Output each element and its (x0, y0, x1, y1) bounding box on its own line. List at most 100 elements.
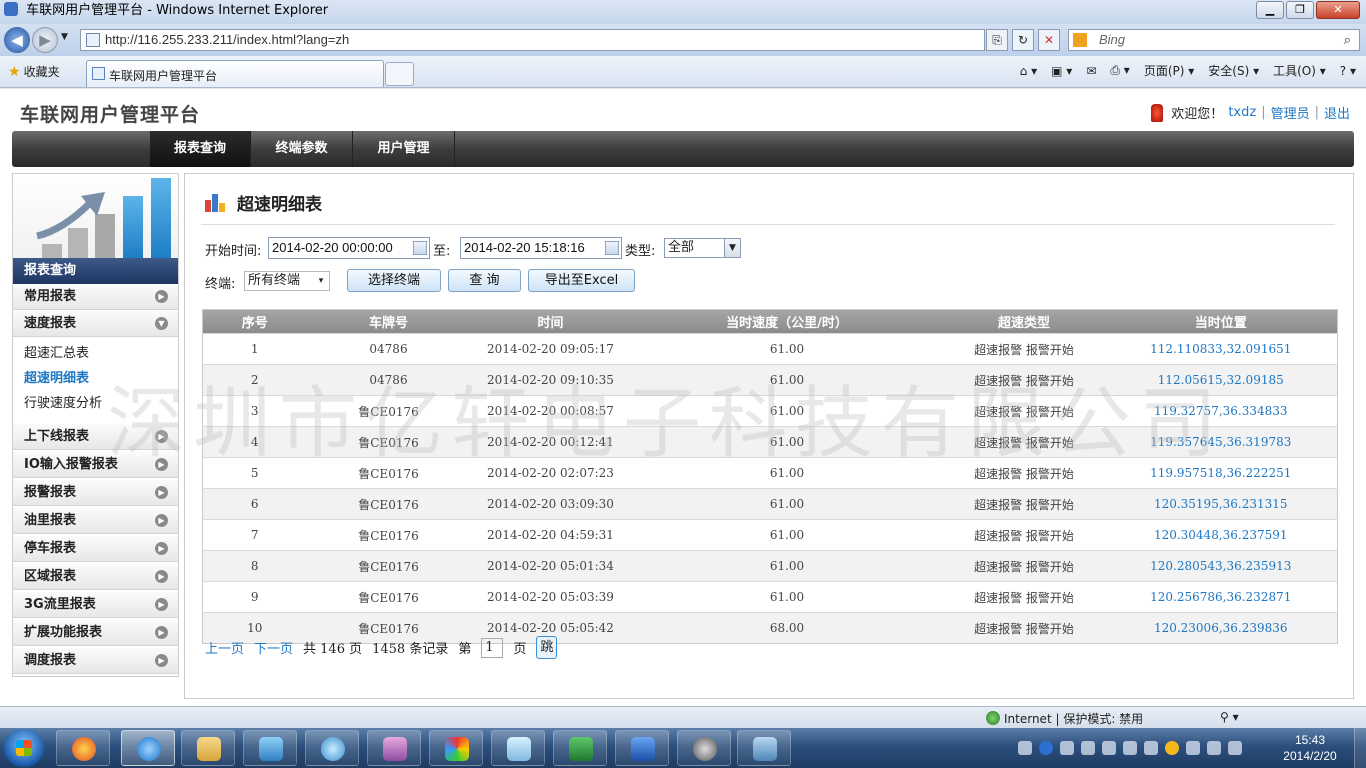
print-icon[interactable]: ⎙ ▾ (1110, 63, 1129, 78)
keyboard-icon[interactable] (1018, 741, 1032, 755)
location-link[interactable]: 120.23006,36.239836 (1105, 613, 1338, 644)
tray-icon[interactable] (1144, 741, 1158, 755)
stop-icon[interactable]: ✕ (1038, 29, 1060, 51)
column-header[interactable]: 车牌号 (307, 310, 471, 334)
search-icon[interactable]: ⌕ (1344, 30, 1351, 50)
username-link[interactable]: txdz (1228, 105, 1256, 120)
sidebar-sub-speed-analysis[interactable]: 行驶速度分析 (13, 392, 178, 416)
sidebar-item-extension[interactable]: 扩展功能报表 ▶ (13, 620, 178, 646)
taskbar-app-explorer[interactable] (181, 730, 235, 766)
next-page-link[interactable]: 下一页 (254, 638, 293, 657)
show-desktop-button[interactable] (1354, 728, 1366, 768)
sidebar-item-area[interactable]: 区域报表 ▶ (13, 564, 178, 590)
forward-button[interactable]: ▶ (32, 27, 58, 53)
column-header[interactable]: 当时速度（公里/时） (631, 310, 944, 334)
select-terminal-button[interactable]: 选择终端 (347, 269, 441, 292)
new-tab-button[interactable] (385, 62, 414, 86)
table-row[interactable]: 8 鲁CE0176 2014-02-20 05:01:34 61.00 超速报警 报警开… (202, 550, 1338, 582)
table-row[interactable]: 9 鲁CE0176 2014-02-20 05:03:39 61.00 超速报警 报警开… (202, 581, 1338, 613)
table-row[interactable]: 2 04786 2014-02-20 09:10:35 61.00 超速报警 报警开始 1… (202, 364, 1338, 396)
type-select[interactable]: 全部 ▼ (664, 238, 741, 258)
table-row[interactable]: 5 鲁CE0176 2014-02-20 02:07:23 61.00 超速报警 报警开… (202, 457, 1338, 489)
taskbar-app-ie[interactable] (121, 730, 175, 766)
start-button[interactable] (4, 729, 44, 767)
column-header[interactable]: 当时位置 (1105, 310, 1338, 334)
table-row[interactable]: 6 鲁CE0176 2014-02-20 03:09:30 61.00 超速报警 报警开… (202, 488, 1338, 520)
location-link[interactable]: 120.256786,36.232871 (1105, 582, 1338, 613)
nav-user-mgmt[interactable]: 用户管理 (353, 131, 455, 167)
location-link[interactable]: 112.05615,32.09185 (1105, 365, 1338, 396)
help-icon[interactable] (1039, 741, 1053, 755)
sidebar-item-common[interactable]: 常用报表 ▶ (13, 284, 178, 310)
prev-page-link[interactable]: 上一页 (205, 638, 244, 657)
calendar-icon[interactable] (605, 241, 619, 255)
column-header[interactable]: 超速类型 (944, 310, 1105, 334)
taskbar-app-image[interactable] (737, 730, 791, 766)
maximize-button[interactable]: ❐ (1286, 1, 1314, 19)
browser-tab[interactable]: 车联网用户管理平台 (86, 60, 384, 87)
qq-icon[interactable] (1165, 741, 1179, 755)
table-row[interactable]: 7 鲁CE0176 2014-02-20 04:59:31 61.00 超速报警 报警开… (202, 519, 1338, 551)
taskbar-app-word[interactable] (615, 730, 669, 766)
tray-icon[interactable] (1060, 741, 1074, 755)
security-zone[interactable]: Internet | 保护模式: 禁用 (986, 710, 1143, 727)
terminal-select[interactable]: 所有终端 ▾ (244, 271, 330, 291)
end-time-input[interactable]: 2014-02-20 15:18:16 (460, 237, 622, 259)
sidebar-item-3g[interactable]: 3G流里报表 ▶ (13, 592, 178, 618)
taskbar-app-qq[interactable] (305, 730, 359, 766)
minimize-button[interactable]: ▁ (1256, 1, 1284, 19)
back-button[interactable]: ◀ (4, 27, 30, 53)
taskbar-app-colorful[interactable] (56, 730, 110, 766)
home-icon[interactable]: ⌂ ▾ (1020, 64, 1037, 78)
tray-expand-icon[interactable] (1081, 741, 1095, 755)
mail-icon[interactable]: ✉ (1086, 64, 1096, 78)
feeds-icon[interactable]: ▣ ▾ (1051, 64, 1072, 78)
location-link[interactable]: 120.35195,36.231315 (1105, 489, 1338, 520)
table-row[interactable]: 3 鲁CE0176 2014-02-20 00:08:57 61.00 超速报警 报警开… (202, 395, 1338, 427)
power-icon[interactable] (1228, 741, 1242, 755)
taskbar-app-paint[interactable] (429, 730, 483, 766)
history-dropdown-icon[interactable]: ▼ (61, 32, 68, 42)
taskbar-app-bird[interactable] (243, 730, 297, 766)
column-header[interactable]: 序号 (203, 310, 307, 334)
taskbar-app-media[interactable] (367, 730, 421, 766)
location-link[interactable]: 119.957518,36.222251 (1105, 458, 1338, 489)
column-header[interactable]: 时间 (471, 310, 631, 334)
refresh-icon[interactable]: ↻ (1012, 29, 1034, 51)
go-page-button[interactable]: 跳 (536, 636, 558, 659)
menu-safety[interactable]: 安全(S) ▾ (1208, 62, 1259, 79)
sidebar-item-speed[interactable]: 速度报表 ▼ (13, 311, 178, 337)
sidebar-item-alarm[interactable]: 报警报表 ▶ (13, 480, 178, 506)
table-row[interactable]: 1 04786 2014-02-20 09:05:17 61.00 超速报警 报警开始 1… (202, 333, 1338, 365)
taskbar-app-tool[interactable] (677, 730, 731, 766)
export-excel-button[interactable]: 导出至Excel (528, 269, 635, 292)
tray-icon[interactable] (1123, 741, 1137, 755)
sidebar-item-online[interactable]: 上下线报表 ▶ (13, 424, 178, 450)
favorites-button[interactable]: ★ 收藏夹 (8, 63, 60, 80)
menu-tools[interactable]: 工具(O) ▾ (1273, 62, 1326, 79)
calendar-icon[interactable] (413, 241, 427, 255)
sidebar-item-parking[interactable]: 停车报表 ▶ (13, 536, 178, 562)
sidebar-sub-speed-detail[interactable]: 超速明细表 (13, 367, 178, 391)
taskbar-app-notepad[interactable] (491, 730, 545, 766)
start-time-input[interactable]: 2014-02-20 00:00:00 (268, 237, 430, 259)
tray-icon[interactable] (1102, 741, 1116, 755)
location-link[interactable]: 112.110833,32.091651 (1105, 334, 1338, 365)
sidebar-item-fuel[interactable]: 油里报表 ▶ (13, 508, 178, 534)
table-row[interactable]: 4 鲁CE0176 2014-02-20 00:12:41 61.00 超速报警 报警开… (202, 426, 1338, 458)
query-button[interactable]: 查 询 (448, 269, 521, 292)
nav-terminal-params[interactable]: 终端参数 (251, 131, 353, 167)
zoom-button[interactable]: ⚲ ▾ (1220, 710, 1239, 724)
close-button[interactable]: ✕ (1316, 1, 1360, 19)
signal-icon[interactable] (1186, 741, 1200, 755)
clock[interactable]: 15:43 2014/2/20 (1280, 732, 1340, 764)
sidebar-item-io-alarm[interactable]: IO输入报警报表 ▶ (13, 452, 178, 478)
help-icon[interactable]: ? ▾ (1340, 64, 1356, 78)
role-link[interactable]: 管理员 (1271, 103, 1310, 122)
sidebar-item-dispatch[interactable]: 调度报表 ▶ (13, 648, 178, 674)
menu-page[interactable]: 页面(P) ▾ (1144, 62, 1194, 79)
location-link[interactable]: 120.30448,36.237591 (1105, 520, 1338, 551)
taskbar-app-excel[interactable] (553, 730, 607, 766)
volume-icon[interactable] (1207, 741, 1221, 755)
nav-reports[interactable]: 报表查询 (150, 131, 251, 167)
